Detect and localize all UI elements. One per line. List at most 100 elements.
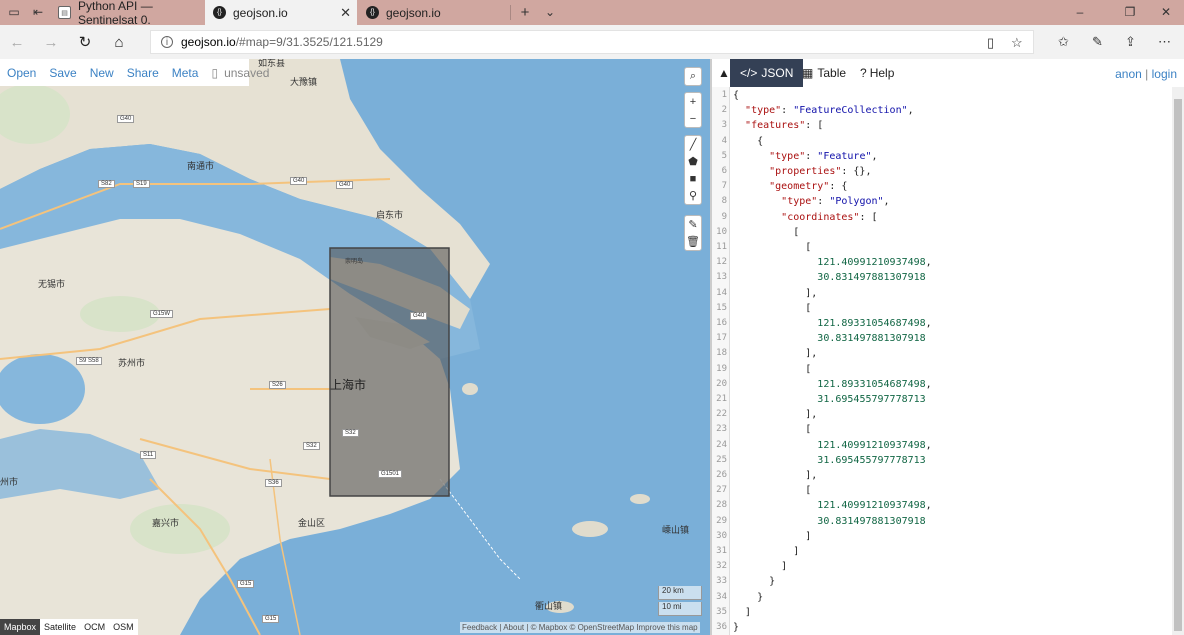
trash-icon[interactable]: 🗑 [684, 233, 702, 250]
code-line: 121.40991210937498, [817, 500, 932, 512]
url-domain: geojson.io [181, 35, 236, 49]
open-button[interactable]: Open [7, 66, 36, 80]
tab-actions-icon[interactable]: ▭ [4, 3, 24, 21]
refresh-icon[interactable]: ↻ [74, 32, 96, 52]
code-line: { [733, 90, 740, 101]
meta-button[interactable]: Meta [172, 66, 199, 80]
road-shield: S26 [269, 381, 286, 389]
layer-satellite[interactable]: Satellite [40, 619, 80, 635]
zoom-in-icon[interactable]: + [684, 93, 702, 110]
more-icon[interactable]: ⋯ [1158, 34, 1171, 50]
link-separator: | [1145, 67, 1149, 81]
code-line: "type": "Feature", [769, 150, 878, 162]
tab-help[interactable]: ? Help [850, 59, 904, 87]
line-number: 8 [721, 196, 727, 207]
favorites-icon[interactable]: ✩ [1058, 34, 1069, 50]
tab-title: Python API — Sentinelsat 0. [78, 0, 153, 27]
draw-rectangle-icon[interactable]: ■ [684, 170, 702, 187]
help-icon: ? [860, 66, 867, 80]
code-line: 121.89331054687498, [817, 378, 932, 390]
code-line: } [733, 576, 776, 588]
new-button[interactable]: New [90, 66, 114, 80]
tab-table[interactable]: ▦ Table [792, 59, 856, 87]
road-shield: G1501 [378, 470, 403, 478]
login-link[interactable]: login [1152, 67, 1177, 81]
line-number: 21 [716, 394, 727, 404]
search-icon[interactable]: ⌕ [684, 68, 702, 85]
reading-view-icon[interactable]: ▯ [987, 35, 994, 51]
anon-link[interactable]: anon [1115, 67, 1142, 81]
file-toolbar: Open Save New Share Meta ▯ unsaved [0, 59, 269, 86]
url-field[interactable]: i geojson.io /#map=9/31.3525/121.5129 ▯ … [150, 30, 1034, 54]
code-line: 30.831497881307918 [817, 333, 926, 345]
tab-geojson-active[interactable]: {} geojson.io ✕ [205, 0, 357, 25]
scrollbar-thumb[interactable] [1174, 99, 1182, 631]
road-shield: G40 [410, 312, 428, 320]
tab-table-label: Table [817, 66, 847, 80]
geojson-icon: {} [213, 6, 226, 19]
layer-mapbox[interactable]: Mapbox [0, 619, 41, 635]
panel-tabs: ▲ </> JSON ▦ Table ? Help anon | login [712, 59, 1184, 87]
new-tab-icon[interactable]: + [515, 3, 535, 21]
code-line: { [733, 135, 764, 147]
road-shield: S32 [303, 442, 320, 450]
json-editor[interactable]: 1 2 3 4 5 6 7 8 9 10 11 12 13 14 15 16 17 18 19 20 21 22 23 24 2… [712, 87, 1172, 635]
home-icon[interactable]: ⌂ [108, 32, 130, 52]
save-button[interactable]: Save [49, 66, 76, 80]
chevron-down-icon[interactable]: ⌄ [540, 3, 560, 21]
minimize-icon[interactable]: – [1070, 3, 1090, 21]
pen-icon[interactable]: ✎ [1092, 34, 1103, 50]
favorite-star-icon[interactable]: ☆ [1011, 35, 1023, 51]
road-shield: S19 [133, 180, 150, 188]
line-number: 18 [716, 348, 727, 359]
code-line: [ [733, 226, 800, 238]
line-number: 19 [716, 363, 727, 374]
line-number: 25 [716, 454, 727, 465]
draw-marker-icon[interactable]: ⚲ [684, 187, 702, 204]
back-icon[interactable]: ← [6, 32, 28, 52]
code-line: "geometry": { [769, 181, 848, 193]
draw-control: ╱ ⬟ ■ ⚲ [684, 135, 702, 205]
zoom-out-icon[interactable]: − [684, 110, 702, 127]
set-tabs-aside-icon[interactable]: ⇤ [28, 3, 48, 21]
draw-line-icon[interactable]: ╱ [684, 136, 702, 153]
draw-polygon-icon[interactable]: ⬟ [684, 153, 702, 170]
road-shield: G15W [150, 310, 174, 318]
close-icon[interactable]: ✕ [340, 5, 351, 21]
code-line: [ [733, 302, 812, 314]
restore-icon[interactable]: ❐ [1120, 3, 1140, 21]
map-label: 无锡市 [38, 280, 66, 290]
zoom-control: + − [684, 92, 702, 128]
map-canvas[interactable]: 如东县 大豫镇 南通市 启东市 无锡市 苏州市 上海市 嘉兴市 金山区 嵊山镇 … [0, 59, 710, 635]
layer-osm[interactable]: OSM [109, 619, 138, 635]
road-shield: G40 [290, 177, 308, 185]
tab-geojson[interactable]: {} geojson.io [358, 0, 510, 25]
drawn-polygon[interactable] [329, 247, 450, 497]
share-icon[interactable]: ⇪ [1125, 34, 1136, 50]
edit-icon[interactable]: ✎ [684, 216, 702, 233]
window-close-icon[interactable]: ✕ [1156, 3, 1176, 21]
line-number: 36 [716, 622, 727, 632]
scale-mi: 10 mi [658, 602, 702, 616]
share-button[interactable]: Share [127, 66, 159, 80]
code-line: 31.695455797778713 [817, 394, 926, 405]
road-shield: G40 [117, 115, 135, 123]
code-line: 31.695455797778713 [817, 454, 926, 466]
editor-scrollbar[interactable] [1172, 87, 1184, 635]
road-shield: G15 [237, 580, 255, 588]
info-icon[interactable]: i [161, 36, 173, 48]
code-line: "properties": {}, [769, 166, 872, 177]
layer-ocm[interactable]: OCM [80, 619, 109, 635]
map-attribution[interactable]: Feedback | About | © Mapbox © OpenStreet… [460, 622, 700, 633]
code-line: } [733, 622, 740, 633]
line-number: 4 [721, 135, 727, 146]
road-shield: S36 [265, 479, 282, 487]
search-control[interactable]: ⌕ [684, 67, 702, 86]
tab-sentinelsat[interactable]: ▤ Python API — Sentinelsat 0. [50, 0, 204, 27]
forward-icon[interactable]: → [40, 32, 62, 52]
code-line: "features": [ [745, 120, 824, 132]
line-number: 2 [721, 105, 727, 116]
code-line: ], [733, 287, 818, 299]
map-label: 大豫镇 [290, 78, 318, 88]
line-number: 28 [716, 500, 727, 511]
